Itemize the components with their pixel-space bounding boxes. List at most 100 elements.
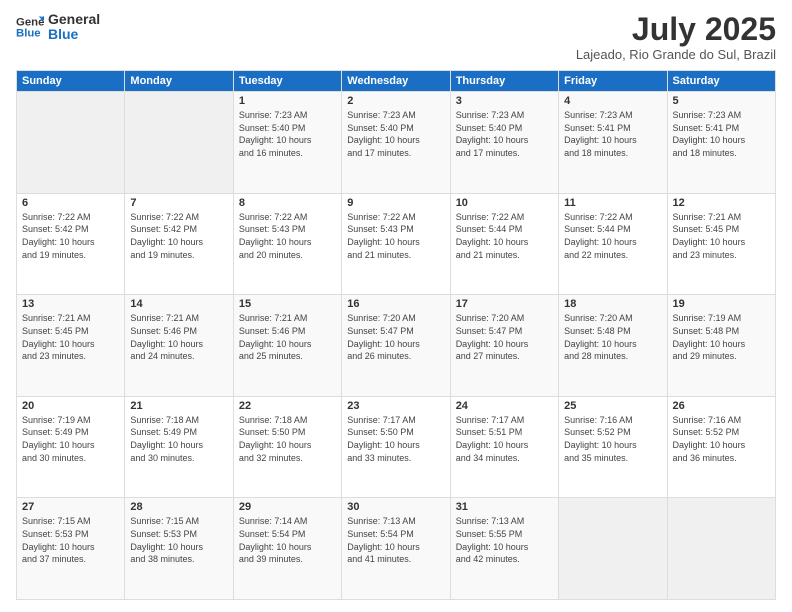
calendar-cell: 1 Sunrise: 7:23 AM Sunset: 5:40 PM Daylig… <box>233 92 341 194</box>
location: Lajeado, Rio Grande do Sul, Brazil <box>576 47 776 62</box>
day-info: Sunrise: 7:18 AM Sunset: 5:49 PM Dayligh… <box>130 414 227 464</box>
day-info: Sunrise: 7:20 AM Sunset: 5:47 PM Dayligh… <box>456 312 553 362</box>
day-info: Sunrise: 7:15 AM Sunset: 5:53 PM Dayligh… <box>130 515 227 565</box>
day-number: 30 <box>347 501 444 513</box>
calendar-cell: 9Sunrise: 7:22 AM Sunset: 5:43 PM Daylig… <box>342 193 450 295</box>
day-info: Sunrise: 7:14 AM Sunset: 5:54 PM Dayligh… <box>239 515 336 565</box>
calendar-cell: 28 Sunrise: 7:15 AM Sunset: 5:53 PM Dayli… <box>125 498 233 600</box>
day-info: Sunrise: 7:21 AM Sunset: 5:46 PM Dayligh… <box>130 312 227 362</box>
day-info: Sunrise: 7:22 AM Sunset: 5:43 PM Dayligh… <box>347 211 444 261</box>
day-info: Sunrise: 7:23 AM Sunset: 5:41 PM Dayligh… <box>564 109 661 159</box>
day-number: 17 <box>456 298 553 310</box>
calendar-body: 1 Sunrise: 7:23 AM Sunset: 5:40 PM Daylig… <box>17 92 776 600</box>
day-number: 25 <box>564 400 661 412</box>
day-info: Sunrise: 7:13 AM Sunset: 5:54 PM Dayligh… <box>347 515 444 565</box>
month-title: July 2025 <box>576 12 776 47</box>
calendar-week-row: 20 Sunrise: 7:19 AM Sunset: 5:49 PM Dayli… <box>17 396 776 498</box>
day-number: 15 <box>239 298 336 310</box>
calendar-cell: 21 Sunrise: 7:18 AM Sunset: 5:49 PM Dayli… <box>125 396 233 498</box>
calendar-cell: 27 Sunrise: 7:15 AM Sunset: 5:53 PM Dayli… <box>17 498 125 600</box>
day-number: 1 <box>239 95 336 107</box>
day-number: 28 <box>130 501 227 513</box>
calendar-cell: 30 Sunrise: 7:13 AM Sunset: 5:54 PM Dayli… <box>342 498 450 600</box>
day-number: 29 <box>239 501 336 513</box>
calendar-cell: 31 Sunrise: 7:13 AM Sunset: 5:55 PM Dayli… <box>450 498 558 600</box>
day-number: 24 <box>456 400 553 412</box>
weekday-header-cell: Saturday <box>667 71 775 92</box>
calendar-cell: 11Sunrise: 7:22 AM Sunset: 5:44 PM Dayli… <box>559 193 667 295</box>
day-info: Sunrise: 7:18 AM Sunset: 5:50 PM Dayligh… <box>239 414 336 464</box>
day-number: 5 <box>673 95 770 107</box>
calendar-cell <box>667 498 775 600</box>
day-number: 4 <box>564 95 661 107</box>
day-info: Sunrise: 7:22 AM Sunset: 5:44 PM Dayligh… <box>456 211 553 261</box>
logo-general: General <box>48 12 100 27</box>
day-number: 8 <box>239 197 336 209</box>
logo-blue: Blue <box>48 27 100 42</box>
header: General Blue General Blue July 2025 Laje… <box>16 12 776 62</box>
calendar-cell: 19Sunrise: 7:19 AM Sunset: 5:48 PM Dayli… <box>667 295 775 397</box>
calendar-week-row: 6 Sunrise: 7:22 AM Sunset: 5:42 PM Daylig… <box>17 193 776 295</box>
calendar-cell: 29 Sunrise: 7:14 AM Sunset: 5:54 PM Dayli… <box>233 498 341 600</box>
day-info: Sunrise: 7:21 AM Sunset: 5:45 PM Dayligh… <box>673 211 770 261</box>
calendar-cell: 6 Sunrise: 7:22 AM Sunset: 5:42 PM Daylig… <box>17 193 125 295</box>
calendar-cell: 24 Sunrise: 7:17 AM Sunset: 5:51 PM Dayli… <box>450 396 558 498</box>
calendar-cell: 7 Sunrise: 7:22 AM Sunset: 5:42 PM Daylig… <box>125 193 233 295</box>
weekday-header-row: SundayMondayTuesdayWednesdayThursdayFrid… <box>17 71 776 92</box>
calendar-cell <box>125 92 233 194</box>
day-info: Sunrise: 7:19 AM Sunset: 5:49 PM Dayligh… <box>22 414 119 464</box>
day-info: Sunrise: 7:23 AM Sunset: 5:40 PM Dayligh… <box>347 109 444 159</box>
day-number: 26 <box>673 400 770 412</box>
day-info: Sunrise: 7:15 AM Sunset: 5:53 PM Dayligh… <box>22 515 119 565</box>
day-number: 16 <box>347 298 444 310</box>
day-info: Sunrise: 7:22 AM Sunset: 5:44 PM Dayligh… <box>564 211 661 261</box>
calendar-cell: 10 Sunrise: 7:22 AM Sunset: 5:44 PM Dayli… <box>450 193 558 295</box>
day-number: 13 <box>22 298 119 310</box>
day-info: Sunrise: 7:20 AM Sunset: 5:47 PM Dayligh… <box>347 312 444 362</box>
day-number: 3 <box>456 95 553 107</box>
calendar-cell: 20 Sunrise: 7:19 AM Sunset: 5:49 PM Dayli… <box>17 396 125 498</box>
day-info: Sunrise: 7:23 AM Sunset: 5:40 PM Dayligh… <box>456 109 553 159</box>
calendar-table: SundayMondayTuesdayWednesdayThursdayFrid… <box>16 70 776 600</box>
calendar-cell: 3 Sunrise: 7:23 AM Sunset: 5:40 PM Daylig… <box>450 92 558 194</box>
day-number: 22 <box>239 400 336 412</box>
weekday-header-cell: Thursday <box>450 71 558 92</box>
day-number: 31 <box>456 501 553 513</box>
calendar-cell: 17 Sunrise: 7:20 AM Sunset: 5:47 PM Dayli… <box>450 295 558 397</box>
day-info: Sunrise: 7:20 AM Sunset: 5:48 PM Dayligh… <box>564 312 661 362</box>
calendar-cell <box>17 92 125 194</box>
day-info: Sunrise: 7:17 AM Sunset: 5:50 PM Dayligh… <box>347 414 444 464</box>
day-number: 7 <box>130 197 227 209</box>
calendar-cell: 5 Sunrise: 7:23 AM Sunset: 5:41 PM Daylig… <box>667 92 775 194</box>
day-number: 21 <box>130 400 227 412</box>
day-info: Sunrise: 7:13 AM Sunset: 5:55 PM Dayligh… <box>456 515 553 565</box>
calendar-cell: 15Sunrise: 7:21 AM Sunset: 5:46 PM Dayli… <box>233 295 341 397</box>
day-info: Sunrise: 7:19 AM Sunset: 5:48 PM Dayligh… <box>673 312 770 362</box>
calendar-cell: 4 Sunrise: 7:23 AM Sunset: 5:41 PM Daylig… <box>559 92 667 194</box>
day-info: Sunrise: 7:22 AM Sunset: 5:42 PM Dayligh… <box>22 211 119 261</box>
day-info: Sunrise: 7:17 AM Sunset: 5:51 PM Dayligh… <box>456 414 553 464</box>
svg-text:General: General <box>16 17 44 29</box>
calendar-cell: 23 Sunrise: 7:17 AM Sunset: 5:50 PM Dayli… <box>342 396 450 498</box>
day-number: 10 <box>456 197 553 209</box>
day-info: Sunrise: 7:23 AM Sunset: 5:40 PM Dayligh… <box>239 109 336 159</box>
day-number: 2 <box>347 95 444 107</box>
svg-text:Blue: Blue <box>16 28 41 40</box>
calendar-cell: 18Sunrise: 7:20 AM Sunset: 5:48 PM Dayli… <box>559 295 667 397</box>
day-info: Sunrise: 7:23 AM Sunset: 5:41 PM Dayligh… <box>673 109 770 159</box>
weekday-header-cell: Wednesday <box>342 71 450 92</box>
day-number: 27 <box>22 501 119 513</box>
calendar-cell: 25Sunrise: 7:16 AM Sunset: 5:52 PM Dayli… <box>559 396 667 498</box>
calendar-cell <box>559 498 667 600</box>
day-number: 23 <box>347 400 444 412</box>
day-number: 20 <box>22 400 119 412</box>
day-info: Sunrise: 7:21 AM Sunset: 5:45 PM Dayligh… <box>22 312 119 362</box>
calendar-week-row: 13 Sunrise: 7:21 AM Sunset: 5:45 PM Dayli… <box>17 295 776 397</box>
day-info: Sunrise: 7:16 AM Sunset: 5:52 PM Dayligh… <box>673 414 770 464</box>
calendar-cell: 2 Sunrise: 7:23 AM Sunset: 5:40 PM Daylig… <box>342 92 450 194</box>
day-info: Sunrise: 7:22 AM Sunset: 5:42 PM Dayligh… <box>130 211 227 261</box>
day-number: 14 <box>130 298 227 310</box>
weekday-header-cell: Sunday <box>17 71 125 92</box>
weekday-header-cell: Monday <box>125 71 233 92</box>
day-number: 6 <box>22 197 119 209</box>
